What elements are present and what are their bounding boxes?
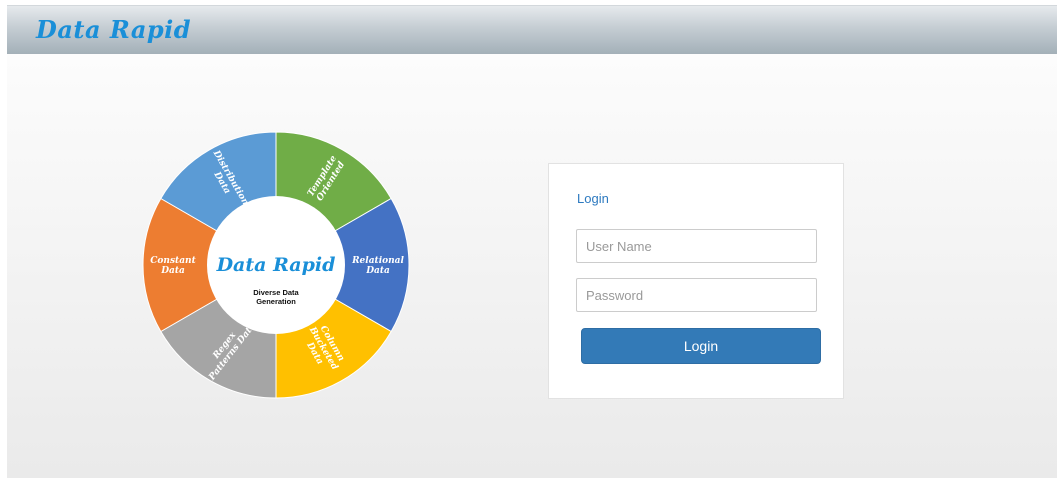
wheel-center-subtitle-line2: Generation [256, 297, 296, 306]
wheel-label-constant-line-2: Data [160, 266, 185, 276]
wheel-label-constant-line-1: Constant [150, 256, 196, 266]
password-input[interactable] [576, 278, 817, 312]
feature-wheel-graphic: Data Rapid Diverse Data Generation Templ… [142, 131, 410, 399]
feature-wheel: Data Rapid Diverse Data Generation Templ… [142, 131, 410, 399]
login-panel: Login Login [548, 163, 844, 399]
top-bar: Data Rapid [7, 5, 1057, 54]
login-heading: Login [577, 191, 609, 206]
brand-logo: Data Rapid [36, 15, 192, 44]
app-window: Data Rapid Data Rapid Diverse Data Gener… [7, 5, 1057, 478]
login-button[interactable]: Login [581, 328, 821, 364]
wheel-label-relational-line-2: Data [365, 266, 390, 276]
wheel-center-subtitle-line1: Diverse Data [253, 288, 299, 297]
wheel-label-relational-line-1: Relational [351, 256, 404, 266]
username-input[interactable] [576, 229, 817, 263]
wheel-center-title: Data Rapid [216, 254, 336, 276]
